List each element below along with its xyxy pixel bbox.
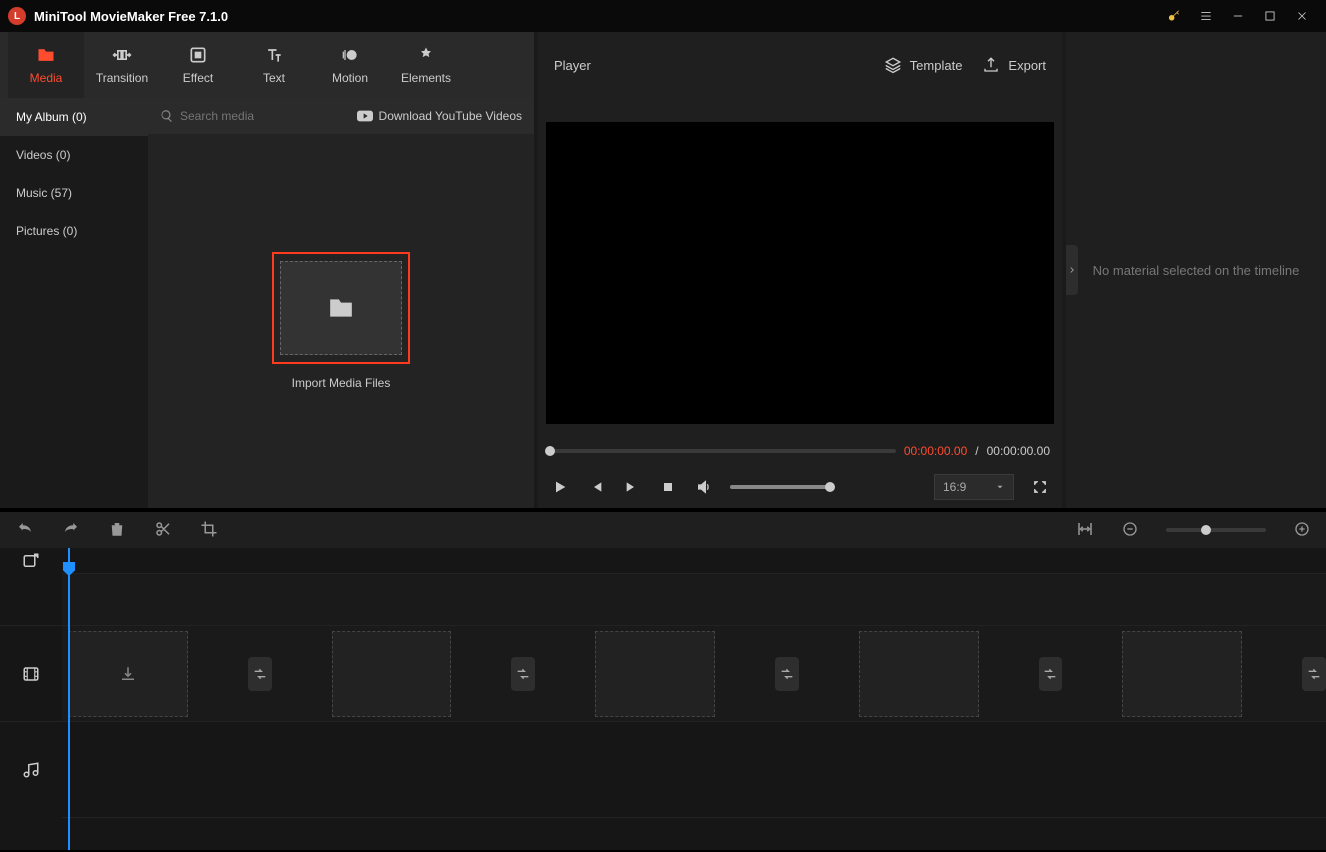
tab-elements[interactable]: Elements xyxy=(388,32,464,98)
download-youtube-button[interactable]: Download YouTube Videos xyxy=(357,109,522,123)
tab-text[interactable]: Text xyxy=(236,32,312,98)
video-track-head[interactable] xyxy=(0,626,62,722)
tab-transition[interactable]: Transition xyxy=(84,32,160,98)
tab-text-label: Text xyxy=(263,71,285,85)
sidebar-item-myalbum[interactable]: My Album (0) xyxy=(0,98,148,136)
youtube-icon xyxy=(357,110,373,122)
transition-slot[interactable] xyxy=(511,657,535,691)
prev-frame-button[interactable] xyxy=(586,477,606,497)
import-media-label: Import Media Files xyxy=(292,376,391,390)
template-icon xyxy=(884,56,902,74)
split-button[interactable] xyxy=(154,520,172,541)
folder-icon xyxy=(328,297,354,319)
tab-effect[interactable]: Effect xyxy=(160,32,236,98)
export-icon xyxy=(982,56,1000,74)
stop-button[interactable] xyxy=(658,477,678,497)
sidebar-item-pictures[interactable]: Pictures (0) xyxy=(0,212,148,250)
video-track[interactable] xyxy=(62,626,1326,722)
sidebar-item-music[interactable]: Music (57) xyxy=(0,174,148,212)
time-current: 00:00:00.00 xyxy=(904,444,967,458)
media-sidebar: My Album (0) Videos (0) Music (57) Pictu… xyxy=(0,98,148,508)
panel-expand-handle[interactable] xyxy=(1066,245,1078,295)
zoom-slider[interactable] xyxy=(1166,528,1266,532)
player-label: Player xyxy=(554,58,864,73)
delete-button[interactable] xyxy=(108,520,126,541)
tab-motion-label: Motion xyxy=(332,71,368,85)
timeline-fit-button[interactable] xyxy=(1076,520,1094,541)
maximize-button[interactable] xyxy=(1254,0,1286,32)
transition-slot[interactable] xyxy=(775,657,799,691)
player-viewport xyxy=(546,122,1054,424)
volume-button[interactable] xyxy=(694,477,714,497)
tab-elements-label: Elements xyxy=(401,71,451,85)
sidebar-item-videos[interactable]: Videos (0) xyxy=(0,136,148,174)
time-ruler[interactable] xyxy=(62,548,1326,574)
import-media-button[interactable] xyxy=(272,252,410,364)
playhead[interactable] xyxy=(68,548,70,850)
hamburger-menu-button[interactable] xyxy=(1190,0,1222,32)
chevron-down-icon xyxy=(995,482,1005,492)
transition-slot[interactable] xyxy=(1302,657,1326,691)
transition-slot[interactable] xyxy=(1039,657,1063,691)
properties-empty-label: No material selected on the timeline xyxy=(1093,263,1300,278)
audio-track[interactable] xyxy=(62,722,1326,818)
aspect-ratio-select[interactable]: 16:9 xyxy=(934,474,1014,500)
top-tabs: Media Transition Effect Text Motion Elem… xyxy=(0,32,534,98)
empty-clip-slot[interactable] xyxy=(595,631,715,717)
close-button[interactable] xyxy=(1286,0,1318,32)
search-icon xyxy=(160,109,174,123)
crop-button[interactable] xyxy=(200,520,218,541)
playback-progress[interactable] xyxy=(550,449,896,453)
empty-clip-slot[interactable] xyxy=(332,631,452,717)
empty-clip-slot[interactable] xyxy=(68,631,188,717)
zoom-in-button[interactable] xyxy=(1294,521,1310,540)
next-frame-button[interactable] xyxy=(622,477,642,497)
titlebar: L MiniTool MovieMaker Free 7.1.0 xyxy=(0,0,1326,32)
upgrade-key-button[interactable] xyxy=(1158,0,1190,32)
tab-motion[interactable]: Motion xyxy=(312,32,388,98)
tab-effect-label: Effect xyxy=(183,71,213,85)
app-title: MiniTool MovieMaker Free 7.1.0 xyxy=(34,9,1158,24)
timeline-toolbar xyxy=(0,512,1326,548)
transition-slot[interactable] xyxy=(248,657,272,691)
add-track-button[interactable] xyxy=(0,548,62,574)
app-logo-icon: L xyxy=(8,7,26,25)
export-button[interactable]: Export xyxy=(982,56,1046,74)
audio-track-head[interactable] xyxy=(0,722,62,818)
minimize-button[interactable] xyxy=(1222,0,1254,32)
time-total: 00:00:00.00 xyxy=(987,444,1050,458)
fullscreen-button[interactable] xyxy=(1030,477,1050,497)
empty-clip-slot[interactable] xyxy=(859,631,979,717)
template-button[interactable]: Template xyxy=(884,56,963,74)
play-button[interactable] xyxy=(550,477,570,497)
volume-slider[interactable] xyxy=(730,485,830,489)
properties-panel: No material selected on the timeline xyxy=(1066,32,1326,508)
tab-media[interactable]: Media xyxy=(8,32,84,98)
overlay-track[interactable] xyxy=(62,574,1326,626)
zoom-out-button[interactable] xyxy=(1122,521,1138,540)
timeline xyxy=(0,548,1326,850)
undo-button[interactable] xyxy=(16,520,34,541)
search-input[interactable] xyxy=(180,109,300,123)
redo-button[interactable] xyxy=(62,520,80,541)
tab-media-label: Media xyxy=(30,71,63,85)
tab-transition-label: Transition xyxy=(96,71,148,85)
empty-clip-slot[interactable] xyxy=(1122,631,1242,717)
